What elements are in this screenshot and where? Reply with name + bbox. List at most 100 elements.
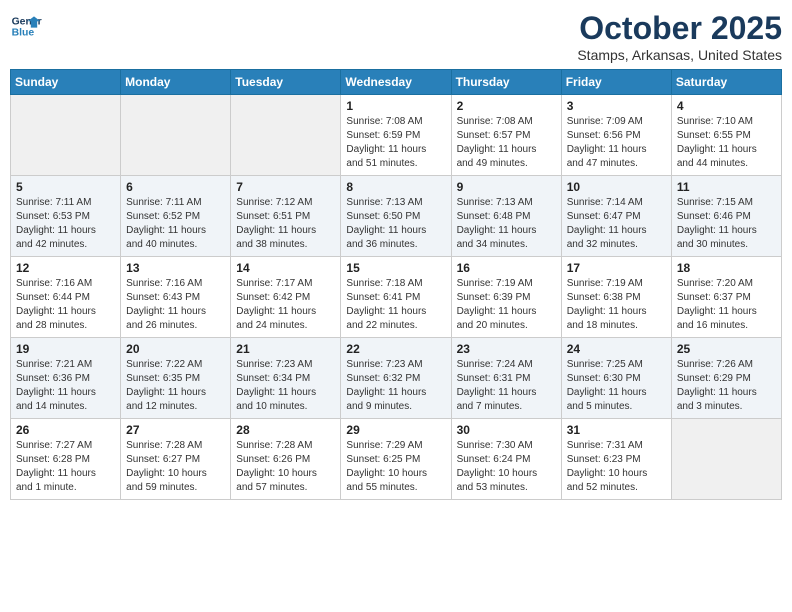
header-thursday: Thursday [451, 70, 561, 95]
table-cell: 16 Sunrise: 7:19 AM Sunset: 6:39 PM Dayli… [451, 257, 561, 338]
day-number: 11 [677, 180, 776, 194]
day-number: 26 [16, 423, 115, 437]
day-info: Sunrise: 7:27 AM Sunset: 6:28 PM Dayligh… [16, 439, 115, 495]
table-cell: 31Sunrise: 7:31 AM Sunset: 6:23 PM Dayli… [561, 419, 671, 500]
day-info: Sunrise: 7:23 AM Sunset: 6:32 PM Dayligh… [346, 358, 445, 414]
day-info: Sunrise: 7:18 AM Sunset: 6:41 PM Dayligh… [346, 277, 445, 333]
svg-text:General: General [12, 16, 42, 27]
day-info: Sunrise: 7:24 AM Sunset: 6:31 PM Dayligh… [457, 358, 556, 414]
day-info: Sunrise: 7:13 AM Sunset: 6:50 PM Dayligh… [346, 196, 445, 252]
table-cell: 6 Sunrise: 7:11 AM Sunset: 6:52 PM Daylig… [121, 176, 231, 257]
weekday-header-row: Sunday Monday Tuesday Wednesday Thursday… [11, 70, 782, 95]
day-number: 29 [346, 423, 445, 437]
day-info: Sunrise: 7:17 AM Sunset: 6:42 PM Dayligh… [236, 277, 335, 333]
table-cell: 15 Sunrise: 7:18 AM Sunset: 6:41 PM Dayli… [341, 257, 451, 338]
day-number: 15 [346, 261, 445, 275]
table-cell: 2 Sunrise: 7:08 AM Sunset: 6:57 PM Daylig… [451, 95, 561, 176]
day-number: 23 [457, 342, 556, 356]
day-number: 10 [567, 180, 666, 194]
day-number: 7 [236, 180, 335, 194]
table-cell [121, 95, 231, 176]
table-cell: 20 Sunrise: 7:22 AM Sunset: 6:35 PM Dayli… [121, 338, 231, 419]
day-info: Sunrise: 7:22 AM Sunset: 6:35 PM Dayligh… [126, 358, 225, 414]
day-info: Sunrise: 7:15 AM Sunset: 6:46 PM Dayligh… [677, 196, 776, 252]
table-cell: 26 Sunrise: 7:27 AM Sunset: 6:28 PM Dayli… [11, 419, 121, 500]
day-number: 16 [457, 261, 556, 275]
table-cell: 18Sunrise: 7:20 AM Sunset: 6:37 PM Dayli… [671, 257, 781, 338]
week-row-3: 12Sunrise: 7:16 AM Sunset: 6:44 PM Dayli… [11, 257, 782, 338]
table-cell [671, 419, 781, 500]
table-cell: 4 Sunrise: 7:10 AM Sunset: 6:55 PM Daylig… [671, 95, 781, 176]
day-number: 6 [126, 180, 225, 194]
table-cell: 24Sunrise: 7:25 AM Sunset: 6:30 PM Dayli… [561, 338, 671, 419]
week-row-1: 1 Sunrise: 7:08 AM Sunset: 6:59 PM Daylig… [11, 95, 782, 176]
logo: General Blue [10, 10, 42, 42]
day-number: 9 [457, 180, 556, 194]
table-cell: 17 Sunrise: 7:19 AM Sunset: 6:38 PM Dayli… [561, 257, 671, 338]
day-info: Sunrise: 7:14 AM Sunset: 6:47 PM Dayligh… [567, 196, 666, 252]
day-info: Sunrise: 7:11 AM Sunset: 6:52 PM Dayligh… [126, 196, 225, 252]
day-number: 5 [16, 180, 115, 194]
day-number: 2 [457, 99, 556, 113]
subtitle: Stamps, Arkansas, United States [577, 47, 782, 63]
day-info: Sunrise: 7:11 AM Sunset: 6:53 PM Dayligh… [16, 196, 115, 252]
day-number: 4 [677, 99, 776, 113]
month-title: October 2025 [577, 10, 782, 47]
week-row-4: 19 Sunrise: 7:21 AM Sunset: 6:36 PM Dayli… [11, 338, 782, 419]
day-info: Sunrise: 7:21 AM Sunset: 6:36 PM Dayligh… [16, 358, 115, 414]
table-cell: 11 Sunrise: 7:15 AM Sunset: 6:46 PM Dayli… [671, 176, 781, 257]
day-number: 19 [16, 342, 115, 356]
calendar: Sunday Monday Tuesday Wednesday Thursday… [10, 69, 782, 500]
table-cell: 9Sunrise: 7:13 AM Sunset: 6:48 PM Daylig… [451, 176, 561, 257]
table-cell: 27Sunrise: 7:28 AM Sunset: 6:27 PM Dayli… [121, 419, 231, 500]
day-number: 28 [236, 423, 335, 437]
day-number: 20 [126, 342, 225, 356]
day-info: Sunrise: 7:29 AM Sunset: 6:25 PM Dayligh… [346, 439, 445, 495]
header-wednesday: Wednesday [341, 70, 451, 95]
day-number: 12 [16, 261, 115, 275]
day-number: 31 [567, 423, 666, 437]
day-info: Sunrise: 7:19 AM Sunset: 6:39 PM Dayligh… [457, 277, 556, 333]
table-cell: 3Sunrise: 7:09 AM Sunset: 6:56 PM Daylig… [561, 95, 671, 176]
table-cell: 12Sunrise: 7:16 AM Sunset: 6:44 PM Dayli… [11, 257, 121, 338]
table-cell: 7Sunrise: 7:12 AM Sunset: 6:51 PM Daylig… [231, 176, 341, 257]
table-cell: 19 Sunrise: 7:21 AM Sunset: 6:36 PM Dayli… [11, 338, 121, 419]
table-cell: 28 Sunrise: 7:28 AM Sunset: 6:26 PM Dayli… [231, 419, 341, 500]
day-info: Sunrise: 7:16 AM Sunset: 6:43 PM Dayligh… [126, 277, 225, 333]
day-number: 18 [677, 261, 776, 275]
logo-icon: General Blue [10, 10, 42, 42]
header-tuesday: Tuesday [231, 70, 341, 95]
table-cell: 14 Sunrise: 7:17 AM Sunset: 6:42 PM Dayli… [231, 257, 341, 338]
table-cell [11, 95, 121, 176]
day-info: Sunrise: 7:08 AM Sunset: 6:57 PM Dayligh… [457, 115, 556, 171]
day-info: Sunrise: 7:10 AM Sunset: 6:55 PM Dayligh… [677, 115, 776, 171]
day-number: 13 [126, 261, 225, 275]
day-number: 30 [457, 423, 556, 437]
table-cell [231, 95, 341, 176]
table-cell: 30Sunrise: 7:30 AM Sunset: 6:24 PM Dayli… [451, 419, 561, 500]
day-number: 14 [236, 261, 335, 275]
day-number: 17 [567, 261, 666, 275]
day-number: 1 [346, 99, 445, 113]
week-row-5: 26 Sunrise: 7:27 AM Sunset: 6:28 PM Dayli… [11, 419, 782, 500]
day-info: Sunrise: 7:28 AM Sunset: 6:26 PM Dayligh… [236, 439, 335, 495]
day-info: Sunrise: 7:26 AM Sunset: 6:29 PM Dayligh… [677, 358, 776, 414]
header-saturday: Saturday [671, 70, 781, 95]
svg-text:Blue: Blue [12, 28, 35, 39]
week-row-2: 5 Sunrise: 7:11 AM Sunset: 6:53 PM Daylig… [11, 176, 782, 257]
header-friday: Friday [561, 70, 671, 95]
header: General Blue October 2025 Stamps, Arkans… [10, 10, 782, 63]
day-info: Sunrise: 7:28 AM Sunset: 6:27 PM Dayligh… [126, 439, 225, 495]
day-number: 25 [677, 342, 776, 356]
day-info: Sunrise: 7:08 AM Sunset: 6:59 PM Dayligh… [346, 115, 445, 171]
day-number: 8 [346, 180, 445, 194]
day-number: 21 [236, 342, 335, 356]
table-cell: 23 Sunrise: 7:24 AM Sunset: 6:31 PM Dayli… [451, 338, 561, 419]
table-cell: 29 Sunrise: 7:29 AM Sunset: 6:25 PM Dayli… [341, 419, 451, 500]
table-cell: 10 Sunrise: 7:14 AM Sunset: 6:47 PM Dayli… [561, 176, 671, 257]
day-info: Sunrise: 7:19 AM Sunset: 6:38 PM Dayligh… [567, 277, 666, 333]
table-cell: 22 Sunrise: 7:23 AM Sunset: 6:32 PM Dayli… [341, 338, 451, 419]
day-info: Sunrise: 7:09 AM Sunset: 6:56 PM Dayligh… [567, 115, 666, 171]
table-cell: 25 Sunrise: 7:26 AM Sunset: 6:29 PM Dayli… [671, 338, 781, 419]
day-number: 22 [346, 342, 445, 356]
